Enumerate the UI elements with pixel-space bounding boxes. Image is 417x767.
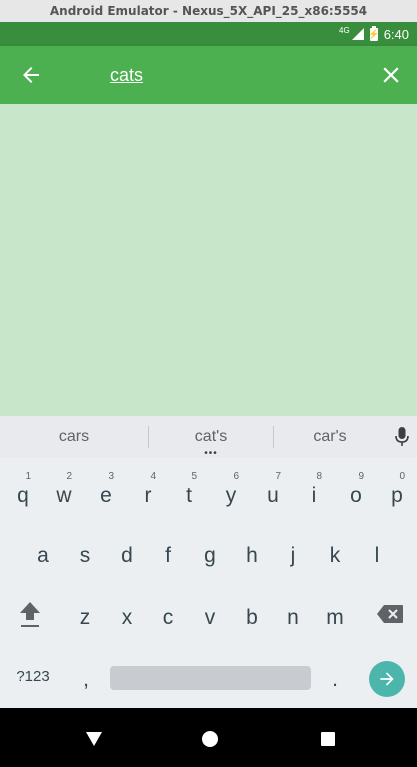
key-n[interactable]: n [273,588,313,640]
key-label: p [391,484,403,507]
key-q[interactable]: 1q [3,466,43,518]
key-hint: 3 [108,471,114,482]
soft-keyboard: 1q 2w 3e 4r 5t 6y 7u 8i 9o 0p a s d f g … [0,458,417,708]
key-r[interactable]: 4r [128,466,168,518]
suggestion-2[interactable]: cat's ••• [149,428,273,459]
arrow-right-icon [380,672,394,686]
key-i[interactable]: 8i [294,466,334,518]
key-g[interactable]: g [190,526,230,578]
symbols-key-label: ?123 [16,667,50,685]
key-label: g [204,544,216,567]
key-l[interactable]: l [357,526,397,578]
key-h[interactable]: h [232,526,272,578]
key-label: m [326,606,344,629]
key-label: t [186,484,192,507]
backspace-icon [377,605,403,623]
enter-key[interactable] [369,661,405,697]
network-type: 4G [339,25,350,35]
key-a[interactable]: a [23,526,63,578]
backspace-key[interactable] [368,588,412,640]
key-label: , [83,668,89,691]
key-s[interactable]: s [65,526,105,578]
key-label: s [79,544,91,567]
key-w[interactable]: 2w [44,466,84,518]
key-hint: 4 [150,471,156,482]
emulator-title-bar: Android Emulator - Nexus_5X_API_25_x86:5… [0,0,417,23]
key-label: y [225,484,237,507]
comma-key[interactable]: , [66,654,106,698]
symbols-key[interactable]: ?123 [6,654,60,698]
key-v[interactable]: v [190,588,230,640]
key-label: d [121,544,133,567]
results-area [0,104,417,416]
key-x[interactable]: x [107,588,147,640]
key-hint: 1 [25,471,31,482]
key-hint: 6 [233,471,239,482]
key-label: a [37,544,49,567]
battery-icon: ⚡ [368,25,380,41]
key-label: o [350,484,362,507]
key-f[interactable]: f [148,526,188,578]
key-label: v [204,606,216,629]
search-toolbar [0,46,417,104]
key-label: f [165,544,171,567]
mic-icon[interactable] [394,426,410,448]
key-m[interactable]: m [315,588,355,640]
key-label: i [311,484,317,507]
key-u[interactable]: 7u [253,466,293,518]
key-p[interactable]: 0p [377,466,417,518]
key-label: b [246,606,258,629]
emulator-title: Android Emulator - Nexus_5X_API_25_x86:5… [49,4,368,18]
suggestion-1[interactable]: cars [0,428,148,446]
key-label: q [17,484,29,507]
suggestion-3[interactable]: car's [274,428,386,446]
key-d[interactable]: d [107,526,147,578]
key-hint: 0 [399,471,405,482]
status-time: 6:40 [383,26,409,42]
key-label: w [56,484,72,507]
key-e[interactable]: 3e [86,466,126,518]
key-b[interactable]: b [232,588,272,640]
space-key[interactable] [110,666,311,690]
arrow-left-icon[interactable] [18,63,44,87]
key-label: c [162,606,174,629]
key-label: l [374,544,380,567]
key-label: h [246,544,258,567]
signal-icon [351,28,364,40]
close-icon[interactable] [378,62,404,88]
key-label: z [79,606,91,629]
nav-back-icon[interactable] [85,730,103,748]
status-bar: 4G ⚡ 6:40 [0,22,417,46]
key-label: . [332,668,338,691]
key-o[interactable]: 9o [336,466,376,518]
key-y[interactable]: 6y [211,466,251,518]
nav-recents-icon[interactable] [321,732,335,746]
suggestion-2-label: cat's [194,428,228,445]
suggestion-strip: cars cat's ••• car's [0,416,417,459]
key-label: r [144,484,152,507]
nav-home-icon[interactable] [202,731,218,747]
period-key[interactable]: . [315,654,355,698]
key-hint: 9 [358,471,364,482]
key-t[interactable]: 5t [169,466,209,518]
navigation-bar [0,708,417,767]
key-label: n [287,606,299,629]
key-hint: 2 [66,471,72,482]
key-j[interactable]: j [273,526,313,578]
shift-key[interactable] [8,588,52,640]
key-c[interactable]: c [148,588,188,640]
key-label: u [267,484,279,507]
key-z[interactable]: z [65,588,105,640]
shift-icon [20,602,40,627]
key-label: k [329,544,341,567]
search-input[interactable] [110,61,360,89]
key-hint: 5 [191,471,197,482]
key-k[interactable]: k [315,526,355,578]
key-label: e [100,484,112,507]
key-hint: 8 [316,471,322,482]
key-label: j [290,544,296,567]
key-hint: 7 [275,471,281,482]
key-label: x [121,606,133,629]
